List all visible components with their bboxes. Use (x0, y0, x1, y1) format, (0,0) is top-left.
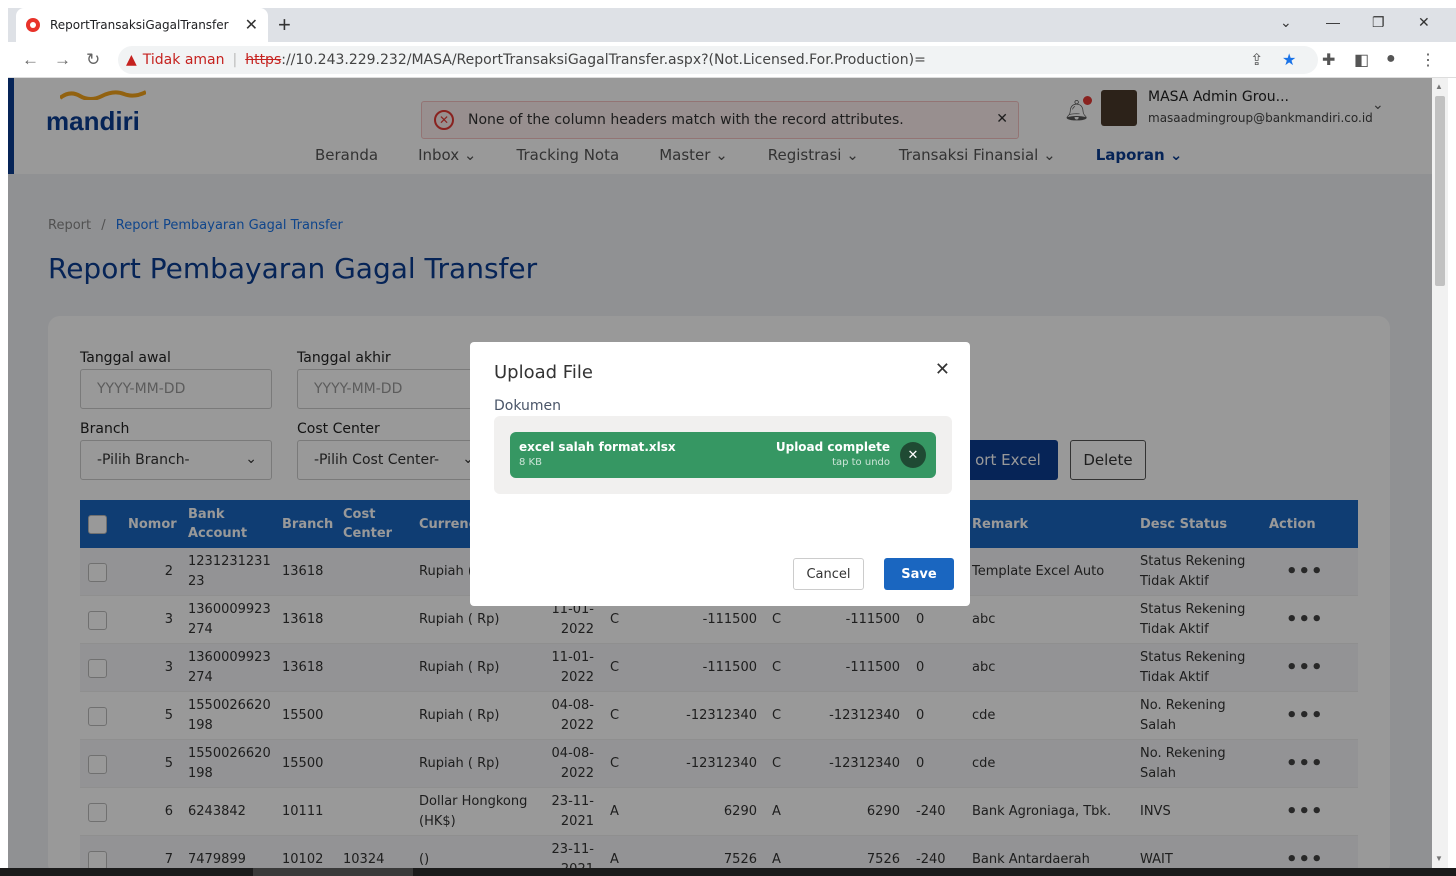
close-tab-icon[interactable]: ✕ (245, 15, 258, 35)
window-close-icon[interactable]: ✕ (1418, 14, 1430, 31)
reload-icon[interactable]: ↻ (86, 50, 100, 70)
tab-search-icon[interactable]: ⌄ (1280, 14, 1292, 31)
new-tab-button[interactable]: + (278, 12, 291, 38)
scroll-up-icon[interactable]: ▲ (1435, 82, 1443, 91)
security-warning[interactable]: Tidak aman (143, 52, 225, 68)
profile-icon[interactable]: ● (1386, 50, 1396, 68)
forward-icon[interactable]: → (54, 50, 71, 70)
extensions-icon[interactable]: ✚ (1322, 50, 1335, 70)
document-label: Dokumen (494, 398, 562, 414)
remove-file-icon[interactable]: ✕ (900, 442, 926, 468)
restore-icon[interactable]: ❐ (1372, 14, 1385, 31)
browser-tab[interactable]: ReportTransaksiGagalTransfer ✕ (16, 8, 268, 42)
side-panel-icon[interactable]: ◧ (1354, 50, 1369, 70)
scroll-down-icon[interactable]: ▼ (1435, 854, 1443, 863)
upload-file-dialog: Upload File ✕ Dokumen excel salah format… (470, 342, 970, 606)
uploaded-file-item[interactable]: excel salah format.xlsx 8 KB Upload comp… (510, 432, 936, 478)
tab-title: ReportTransaksiGagalTransfer (50, 18, 229, 32)
warning-icon: ▲ (126, 52, 137, 68)
undo-hint: tap to undo (832, 457, 890, 468)
dialog-close-icon[interactable]: ✕ (935, 359, 950, 380)
dialog-title: Upload File (494, 362, 593, 383)
scrollbar-thumb[interactable] (1435, 96, 1445, 286)
url-separator: | (232, 52, 238, 68)
upload-status: Upload complete (775, 440, 890, 454)
bookmark-star-icon[interactable]: ★ (1282, 50, 1296, 70)
cancel-button[interactable]: Cancel (793, 558, 864, 590)
page-scrollbar[interactable]: ▲ ▼ (1432, 78, 1448, 868)
file-name: excel salah format.xlsx (519, 440, 676, 454)
minimize-icon[interactable]: — (1326, 14, 1340, 30)
file-size: 8 KB (519, 457, 542, 468)
address-bar: ← → ↻ ▲ Tidak aman | https ://10.243.229… (8, 42, 1456, 78)
save-button[interactable]: Save (884, 558, 954, 590)
url-field[interactable]: ▲ Tidak aman | https ://10.243.229.232/M… (118, 46, 1318, 74)
browser-tab-strip: ReportTransaksiGagalTransfer ✕ + ⌄ — ❐ ✕ (8, 8, 1456, 42)
favicon-icon (26, 18, 40, 32)
menu-icon[interactable]: ⋮ (1420, 50, 1436, 70)
taskbar-strip (0, 868, 1456, 876)
file-dropzone[interactable]: excel salah format.xlsx 8 KB Upload comp… (494, 416, 952, 494)
url-text: ://10.243.229.232/MASA/ReportTransaksiGa… (281, 52, 926, 68)
back-icon[interactable]: ← (22, 50, 39, 70)
share-icon[interactable]: ⇪ (1250, 50, 1263, 70)
url-scheme: https (245, 52, 282, 68)
taskbar-segment (253, 868, 413, 876)
